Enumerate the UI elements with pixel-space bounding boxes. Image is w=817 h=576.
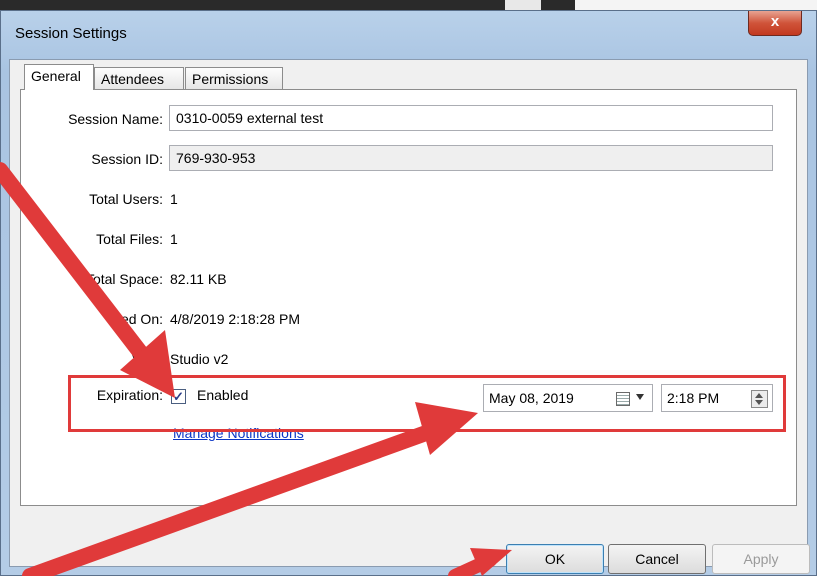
tab-label: General	[31, 68, 81, 84]
tab-attendees[interactable]: Attendees	[94, 67, 184, 89]
session-id-field[interactable]: 769-930-953	[169, 145, 773, 171]
session-name-input[interactable]: 0310-0059 external test	[169, 105, 773, 131]
cancel-button[interactable]: Cancel	[608, 544, 706, 574]
close-button[interactable]: x	[748, 11, 802, 36]
created-on-value: 4/8/2019 2:18:28 PM	[170, 311, 300, 327]
title-bar[interactable]: Session Settings x	[1, 11, 816, 59]
session-id-label: Session ID:	[91, 151, 163, 167]
tab-label: Attendees	[101, 71, 165, 87]
total-space-label: Total Space:	[85, 271, 163, 287]
version-value: Studio v2	[170, 351, 229, 367]
close-icon: x	[770, 13, 780, 30]
created-on-label: ted On:	[117, 311, 163, 327]
session-name-label: Session Name:	[68, 111, 163, 127]
ok-button[interactable]: OK	[506, 544, 604, 574]
tab-permissions[interactable]: Permissions	[185, 67, 283, 89]
total-users-label: Total Users:	[89, 191, 163, 207]
dialog-client-area: General Attendees Permissions Session Na…	[9, 59, 810, 574]
version-label: Versi	[131, 351, 163, 367]
apply-button[interactable]: Apply	[712, 544, 810, 574]
tab-label: Permissions	[192, 71, 269, 87]
general-tab-panel: Session Name: 0310-0059 external test Se…	[20, 89, 797, 506]
total-files-value: 1	[170, 231, 178, 247]
expiration-highlight-box	[68, 375, 786, 432]
session-settings-dialog: Session Settings x General Attendees Per…	[0, 10, 817, 576]
total-users-value: 1	[170, 191, 178, 207]
tab-general[interactable]: General	[24, 64, 94, 90]
total-files-label: Total Files:	[96, 231, 163, 247]
total-space-value: 82.11 KB	[170, 271, 227, 287]
window-title: Session Settings	[15, 25, 127, 42]
